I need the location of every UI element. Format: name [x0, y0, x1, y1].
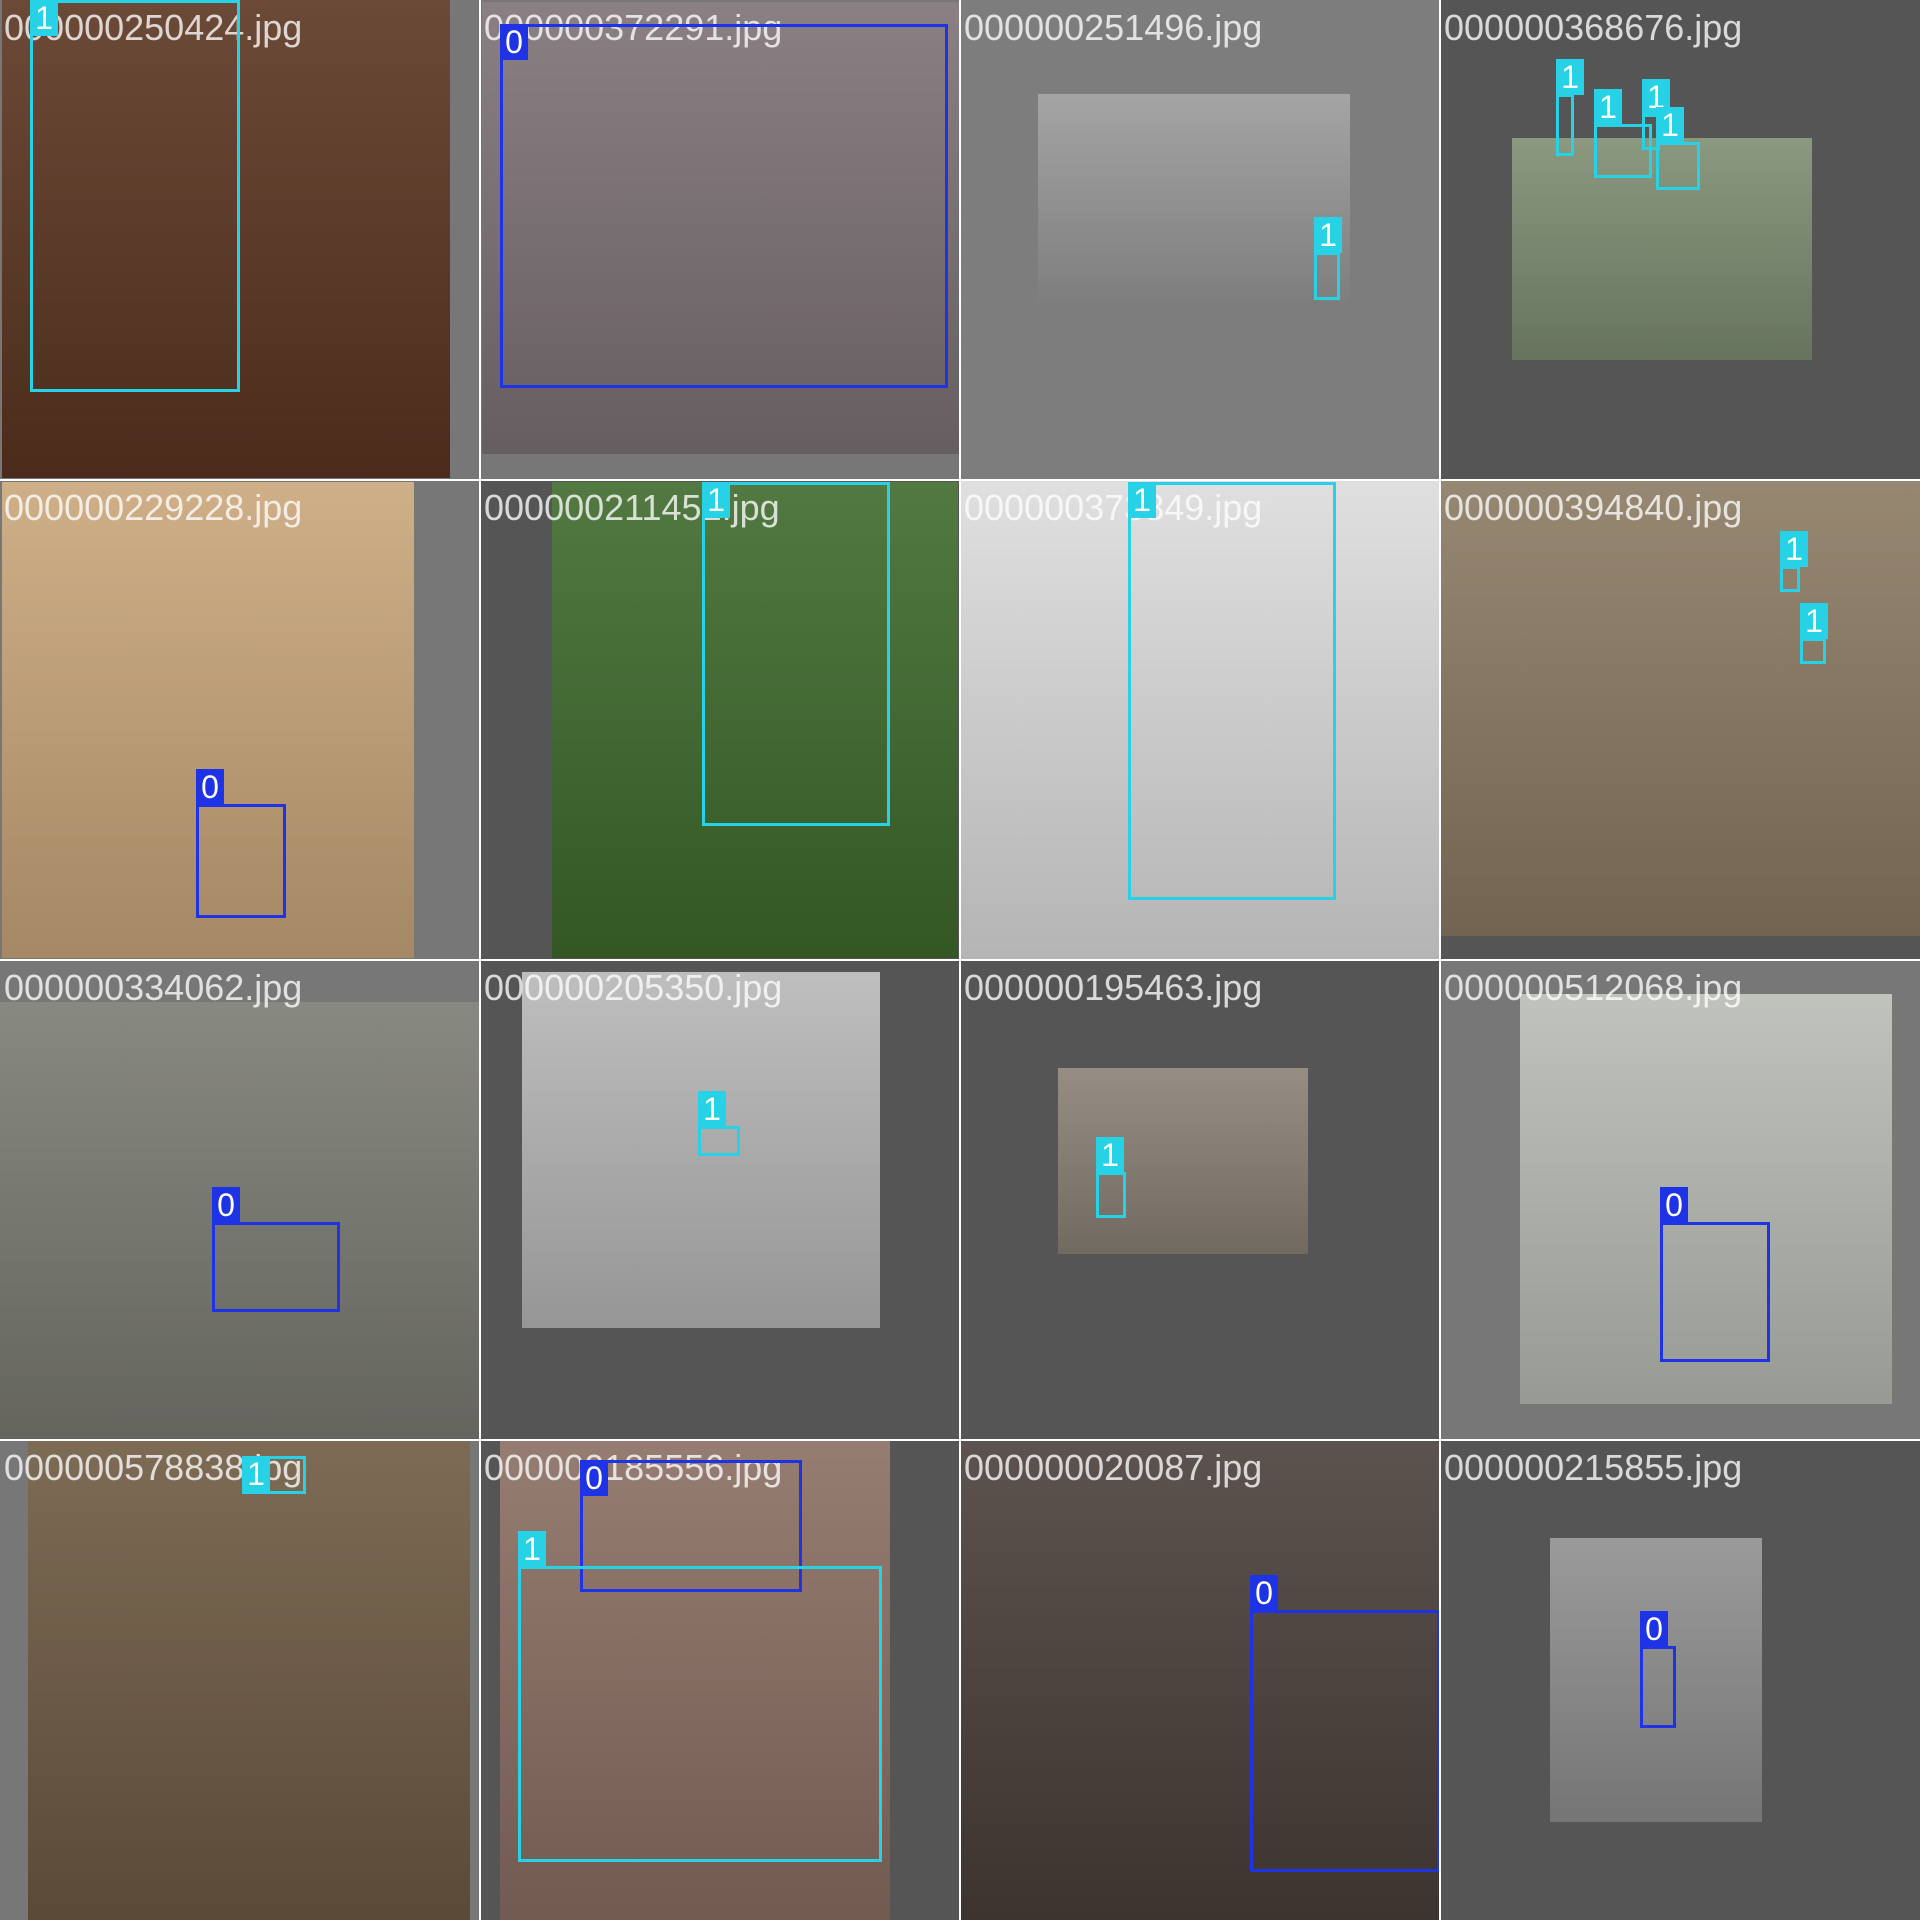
detection-label: 1 [1656, 107, 1684, 143]
tile-photo [28, 1440, 470, 1920]
detection-box: 1 [698, 1091, 740, 1156]
detection-label: 1 [1800, 603, 1828, 639]
detection-box: 1 [1096, 1137, 1126, 1218]
detection-box: 0 [1660, 1187, 1770, 1362]
image-tile: 000000020087.jpg 0 [960, 1440, 1440, 1920]
detection-box: 1 [1314, 217, 1342, 300]
image-tile: 000000394840.jpg 1 1 [1440, 480, 1920, 960]
image-tile: 000000229228.jpg 0 [0, 480, 480, 960]
tile-filename: 000000334062.jpg [4, 967, 303, 1008]
detection-box: 1 [242, 1456, 306, 1494]
detection-box: 1 [518, 1531, 882, 1862]
detection-box: 1 [1556, 59, 1584, 156]
grid-divider [0, 479, 1920, 481]
tile-photo [0, 1002, 480, 1440]
detection-box: 0 [500, 24, 948, 388]
detection-box: 1 [30, 0, 240, 392]
detection-label: 1 [518, 1531, 546, 1567]
detection-label: 0 [580, 1460, 608, 1496]
detection-box: 1 [1800, 603, 1828, 664]
grid-divider [0, 959, 1920, 961]
tile-photo [1038, 94, 1350, 302]
detection-box: 1 [1128, 482, 1336, 900]
detection-label: 1 [1314, 217, 1342, 253]
detection-label: 1 [1780, 531, 1808, 567]
detection-label: 0 [1660, 1187, 1688, 1223]
image-tile: 000000250424.jpg 1 [0, 0, 480, 480]
tile-filename: 000000394840.jpg [1444, 487, 1743, 528]
detection-label: 0 [500, 24, 528, 60]
tile-filename: 000000195463.jpg [964, 967, 1263, 1008]
tile-filename: 000000251496.jpg [964, 7, 1263, 48]
tile-filename: 000000205350.jpg [484, 967, 783, 1008]
tile-filename: 000000512068.jpg [1444, 967, 1743, 1008]
tile-filename: 000000215855.jpg [1444, 1447, 1743, 1488]
image-tile: 000000205350.jpg 1 [480, 960, 960, 1440]
detection-label: 1 [698, 1091, 726, 1127]
detection-label: 1 [1594, 89, 1622, 125]
detection-box: 0 [196, 769, 286, 918]
image-tile: 000000373849.jpg 1 [960, 480, 1440, 960]
image-tile: 000000334062.jpg 0 [0, 960, 480, 1440]
image-tile: 000000512068.jpg 0 [1440, 960, 1920, 1440]
tile-filename: 000000229228.jpg [4, 487, 303, 528]
detection-label: 0 [1640, 1611, 1668, 1647]
detection-box: 1 [1656, 107, 1700, 190]
detection-label: 0 [196, 769, 224, 805]
image-tile: 000000195463.jpg 1 [960, 960, 1440, 1440]
detection-label: 0 [212, 1187, 240, 1223]
detection-box: 1 [702, 482, 890, 826]
detection-label: 1 [30, 0, 58, 36]
detection-label: 1 [1128, 482, 1156, 518]
detection-box: 0 [1250, 1575, 1440, 1872]
image-tile: 000000251496.jpg 1 [960, 0, 1440, 480]
tile-filename: 000000020087.jpg [964, 1447, 1263, 1488]
image-tile: 000000372291.jpg 0 [480, 0, 960, 480]
grid-divider [0, 1439, 1920, 1441]
detection-label: 0 [1250, 1575, 1278, 1611]
detection-box: 1 [1780, 531, 1808, 592]
detection-label: 1 [1096, 1137, 1124, 1173]
detection-label: 1 [702, 482, 730, 518]
detection-box: 0 [212, 1187, 340, 1312]
image-tile: 000000185556.jpg 0 1 [480, 1440, 960, 1920]
detection-label: 1 [1556, 59, 1584, 95]
detection-label: 1 [242, 1456, 270, 1492]
tile-filename: 000000368676.jpg [1444, 7, 1743, 48]
image-tile: 000000368676.jpg 1 1 1 1 [1440, 0, 1920, 480]
image-tile: 000000211451.jpg 1 [480, 480, 960, 960]
image-tile: 000000215855.jpg 0 [1440, 1440, 1920, 1920]
mosaic-grid: 000000250424.jpg 1 000000372291.jpg 0 000000… [0, 0, 1920, 1920]
tile-photo [1440, 480, 1920, 936]
detection-box: 0 [1640, 1611, 1676, 1728]
image-tile: 000000578838.jpg 1 [0, 1440, 480, 1920]
